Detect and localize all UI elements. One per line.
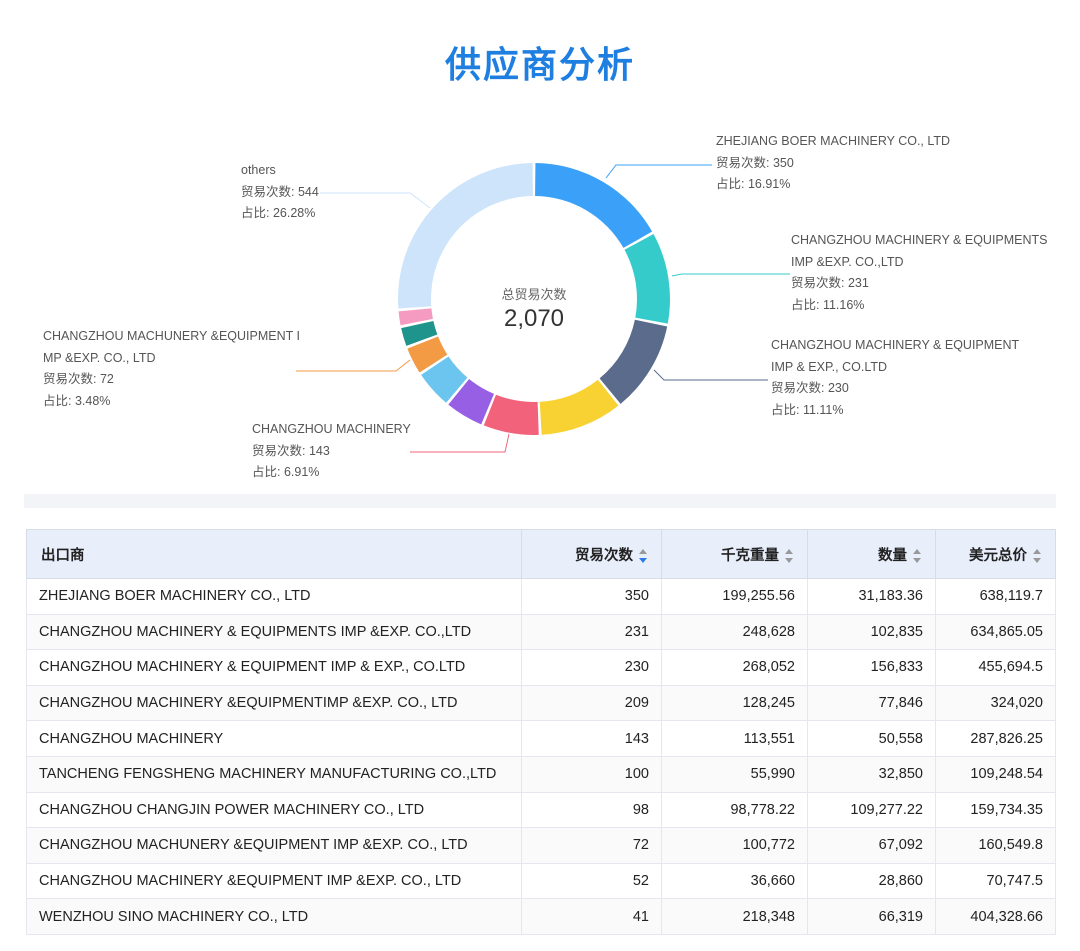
cell-value: 156,833 xyxy=(807,649,936,686)
cell-value: 404,328.66 xyxy=(935,898,1056,935)
leader-line xyxy=(296,359,411,372)
table-row: TANCHENG FENGSHENG MACHINERY MANUFACTURI… xyxy=(26,755,1056,793)
cell-value: 32,850 xyxy=(807,755,936,793)
sort-icon[interactable] xyxy=(785,548,793,563)
table-row: CHANGZHOU MACHINERY & EQUIPMENT IMP & EX… xyxy=(26,649,1056,686)
cell-value: 455,694.5 xyxy=(935,649,1056,686)
cell-value: 248,628 xyxy=(661,613,808,651)
donut-slice[interactable] xyxy=(624,234,670,324)
table-row: CHANGZHOU MACHINERY & EQUIPMENTS IMP &EX… xyxy=(26,613,1056,651)
cell-value: 143 xyxy=(521,720,662,757)
cell-value: 77,846 xyxy=(807,684,936,722)
col-trade-count[interactable]: 贸易次数 xyxy=(521,529,662,579)
table-header-row: 出口商 贸易次数 千克重量 数量 美元总价 xyxy=(26,529,1056,579)
cell-value: 66,319 xyxy=(807,898,936,935)
cell-value: 67,092 xyxy=(807,827,936,864)
table-row: CHANGZHOU MACHINERY 143 113,551 50,558 287,8… xyxy=(26,720,1056,757)
sort-icon[interactable] xyxy=(913,548,921,563)
cell-exporter: CHANGZHOU MACHUNERY &EQUIPMENT IMP &EXP.… xyxy=(26,827,522,864)
label-changzhou-equipment: CHANGZHOU MACHINERY & EQUIPMENT IMP & EX… xyxy=(771,338,1020,417)
cell-value: 41 xyxy=(521,898,662,935)
cell-exporter: CHANGZHOU MACHINERY xyxy=(26,720,522,757)
col-weight-kg[interactable]: 千克重量 xyxy=(661,529,808,579)
cell-value: 350 xyxy=(521,578,662,615)
cell-value: 28,860 xyxy=(807,862,936,900)
cell-exporter: CHANGZHOU CHANGJIN POWER MACHINERY CO., … xyxy=(26,791,522,829)
table-row: ZHEJIANG BOER MACHINERY CO., LTD 350 199,2… xyxy=(26,578,1056,615)
cell-exporter: CHANGZHOU MACHINERY &EQUIPMENT IMP &EXP.… xyxy=(26,862,522,900)
cell-exporter: ZHEJIANG BOER MACHINERY CO., LTD xyxy=(26,578,522,615)
cell-value: 287,826.25 xyxy=(935,720,1056,757)
cell-value: 102,835 xyxy=(807,613,936,651)
cell-exporter: CHANGZHOU MACHINERY & EQUIPMENTS IMP &EX… xyxy=(26,613,522,651)
cell-value: 160,549.8 xyxy=(935,827,1056,864)
cell-value: 634,865.05 xyxy=(935,613,1056,651)
donut-center-value: 2,070 xyxy=(503,305,565,332)
leader-line xyxy=(320,192,431,209)
cell-exporter: CHANGZHOU MACHINERY & EQUIPMENT IMP & EX… xyxy=(26,649,522,686)
label-others: others 贸易次数: 544 占比: 26.28% xyxy=(241,163,319,220)
supplier-table: 出口商 贸易次数 千克重量 数量 美元总价 ZHEJIANG BOER MACH… xyxy=(26,529,1056,935)
label-changzhou-machunery: CHANGZHOU MACHUNERY &EQUIPMENT I MP &EXP… xyxy=(43,329,300,408)
table-row: WENZHOU SINO MACHINERY CO., LTD 41 218,348… xyxy=(26,898,1056,935)
page-title: 供应商分析 xyxy=(444,45,635,86)
leader-line xyxy=(653,369,768,381)
cell-exporter: TANCHENG FENGSHENG MACHINERY MANUFACTURI… xyxy=(26,755,522,793)
cell-value: 231 xyxy=(521,613,662,651)
cell-value: 109,277.22 xyxy=(807,791,936,829)
sort-icon[interactable] xyxy=(1033,548,1041,563)
cell-value: 98,778.22 xyxy=(661,791,808,829)
cell-value: 324,020 xyxy=(935,684,1056,722)
cell-exporter: CHANGZHOU MACHINERY &EQUIPMENTIMP &EXP. … xyxy=(26,684,522,722)
cell-value: 50,558 xyxy=(807,720,936,757)
col-usd-total[interactable]: 美元总价 xyxy=(935,529,1056,579)
cell-value: 128,245 xyxy=(661,684,808,722)
section-divider xyxy=(24,494,1056,508)
cell-value: 31,183.36 xyxy=(807,578,936,615)
col-quantity[interactable]: 数量 xyxy=(807,529,936,579)
donut-slice[interactable] xyxy=(535,163,653,248)
cell-value: 159,734.35 xyxy=(935,791,1056,829)
donut-slice[interactable] xyxy=(539,379,619,435)
cell-value: 100 xyxy=(521,755,662,793)
cell-value: 109,248.54 xyxy=(935,755,1056,793)
cell-value: 98 xyxy=(521,791,662,829)
cell-value: 72 xyxy=(521,827,662,864)
cell-value: 52 xyxy=(521,862,662,900)
label-changzhou-equipments: CHANGZHOU MACHINERY & EQUIPMENTS IMP &EX… xyxy=(791,233,1048,312)
cell-value: 199,255.56 xyxy=(661,578,808,615)
donut-slice[interactable] xyxy=(599,319,668,404)
table-row: CHANGZHOU CHANGJIN POWER MACHINERY CO., … xyxy=(26,791,1056,829)
leader-line xyxy=(671,273,790,277)
cell-value: 36,660 xyxy=(661,862,808,900)
donut-center-caption: 总贸易次数 xyxy=(501,288,567,303)
cell-exporter: WENZHOU SINO MACHINERY CO., LTD xyxy=(26,898,522,935)
cell-value: 230 xyxy=(521,649,662,686)
cell-value: 218,348 xyxy=(661,898,808,935)
cell-value: 55,990 xyxy=(661,755,808,793)
col-exporter: 出口商 xyxy=(26,529,522,579)
donut-slice[interactable] xyxy=(483,394,539,436)
leader-line xyxy=(410,433,510,453)
leader-line xyxy=(605,164,712,179)
cell-value: 100,772 xyxy=(661,827,808,864)
table-row: CHANGZHOU MACHUNERY &EQUIPMENT IMP &EXP.… xyxy=(26,827,1056,864)
label-zhejiang-boer: ZHEJIANG BOER MACHINERY CO., LTD 贸易次数: 3… xyxy=(716,134,951,191)
cell-value: 638,119.7 xyxy=(935,578,1056,615)
label-changzhou-machinery: CHANGZHOU MACHINERY 贸易次数: 143 占比: 6.91% xyxy=(252,422,411,479)
table-row: CHANGZHOU MACHINERY &EQUIPMENT IMP &EXP.… xyxy=(26,862,1056,900)
table-row: CHANGZHOU MACHINERY &EQUIPMENTIMP &EXP. … xyxy=(26,684,1056,722)
sort-icon[interactable] xyxy=(639,548,647,563)
cell-value: 70,747.5 xyxy=(935,862,1056,900)
cell-value: 209 xyxy=(521,684,662,722)
cell-value: 113,551 xyxy=(661,720,808,757)
cell-value: 268,052 xyxy=(661,649,808,686)
